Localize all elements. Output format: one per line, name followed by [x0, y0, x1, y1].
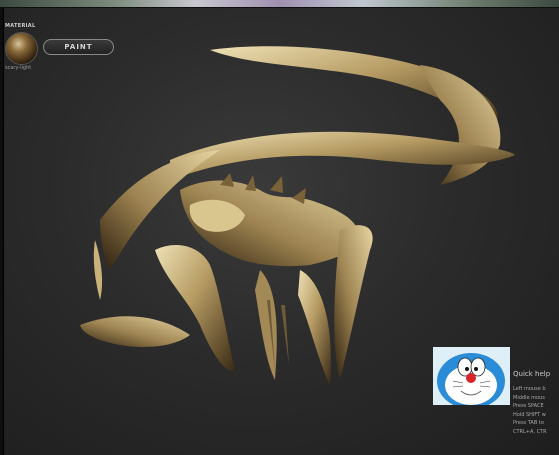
- left-spike-shape: [93, 240, 103, 300]
- quick-help-line: Press TAB to: [513, 420, 544, 426]
- lower-claw-shape: [80, 316, 190, 347]
- material-panel: MATERIAL scary-light: [5, 23, 45, 73]
- app-window: MATERIAL scary-light PAINT Quick help Le…: [0, 0, 559, 455]
- tail-leg-shape: [334, 225, 373, 380]
- quick-help-panel: Quick help Left mouse b Middle mous Pres…: [513, 370, 559, 455]
- quick-help-title: Quick help: [513, 370, 551, 378]
- material-label: MATERIAL: [5, 23, 36, 29]
- doraemon-face-icon: [433, 347, 510, 405]
- quick-help-line: Left mouse b: [513, 386, 546, 392]
- mid-leg-shape: [255, 270, 277, 380]
- rear-leg-shape: [298, 270, 331, 385]
- front-leg-shape: [155, 245, 235, 371]
- hook-shape: [420, 65, 501, 185]
- quick-help-line: Press SPACE: [513, 403, 544, 409]
- quick-help-line: Hold SHIFT w: [513, 411, 546, 418]
- quick-help-line: Middle mous: [513, 394, 545, 401]
- material-name: scary-light: [5, 65, 32, 71]
- material-sphere-icon[interactable]: [5, 32, 38, 65]
- thumbnail-image: [433, 347, 510, 405]
- top-image-strip: [0, 0, 559, 7]
- quick-help-line: CTRL+A, CTR: [513, 428, 547, 435]
